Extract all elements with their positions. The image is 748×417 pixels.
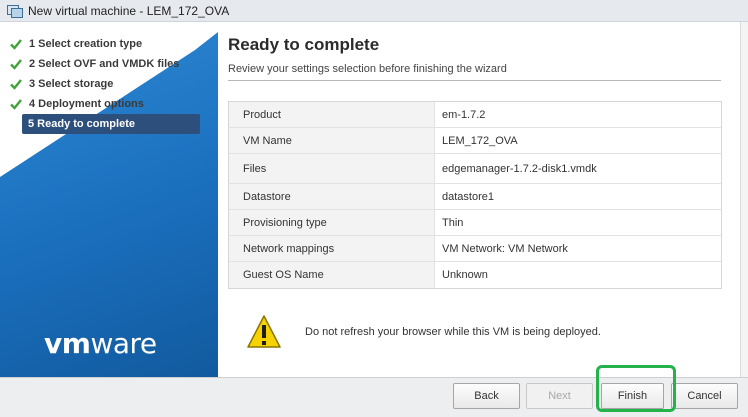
wizard-step-2[interactable]: 2 Select OVF and VMDK files — [0, 54, 218, 74]
page-subtitle: Review your settings selection before fi… — [228, 63, 507, 75]
warning-icon — [247, 315, 281, 348]
next-button[interactable]: Next — [526, 383, 593, 409]
page-title: Ready to complete — [228, 35, 380, 54]
table-row: VM Name LEM_172_OVA — [229, 128, 721, 154]
setting-value: edgemanager-1.7.2-disk1.vmdk — [434, 154, 721, 183]
finish-button-highlight — [596, 365, 676, 412]
setting-name: VM Name — [229, 128, 434, 153]
window-titlebar: New virtual machine - LEM_172_OVA — [0, 0, 748, 22]
setting-value: em-1.7.2 — [434, 102, 721, 127]
checkmark-icon — [10, 99, 22, 110]
table-row: Product em-1.7.2 — [229, 102, 721, 128]
wizard-step-5-active[interactable]: 5 Ready to complete — [22, 114, 200, 134]
table-row: Datastore datastore1 — [229, 184, 721, 210]
wizard-step-label: 2 Select OVF and VMDK files — [29, 58, 180, 70]
deployment-warning: Do not refresh your browser while this V… — [246, 309, 716, 355]
wizard-sidebar: 1 Select creation type 2 Select OVF and … — [0, 22, 218, 377]
setting-value: datastore1 — [434, 184, 721, 209]
setting-name: Product — [229, 102, 434, 127]
table-row: Files edgemanager-1.7.2-disk1.vmdk — [229, 154, 721, 184]
wizard-step-1[interactable]: 1 Select creation type — [0, 34, 218, 54]
checkmark-icon — [10, 39, 22, 50]
wizard-step-label: 3 Select storage — [29, 78, 114, 90]
table-row: Provisioning type Thin — [229, 210, 721, 236]
setting-name: Guest OS Name — [229, 262, 434, 288]
setting-value: VM Network: VM Network — [434, 236, 721, 261]
warning-message: Do not refresh your browser while this V… — [305, 326, 601, 338]
wizard-steps: 1 Select creation type 2 Select OVF and … — [0, 34, 218, 134]
cancel-button[interactable]: Cancel — [671, 383, 738, 409]
wizard-step-3[interactable]: 3 Select storage — [0, 74, 218, 94]
virtual-machine-icon — [7, 4, 23, 18]
setting-value: Unknown — [434, 262, 721, 288]
wizard-step-4[interactable]: 4 Deployment options — [0, 94, 218, 114]
wizard-content: Ready to complete Review your settings s… — [218, 22, 740, 377]
back-button[interactable]: Back — [453, 383, 520, 409]
setting-name: Provisioning type — [229, 210, 434, 235]
table-row: Guest OS Name Unknown — [229, 262, 721, 288]
divider — [228, 80, 721, 81]
checkmark-icon — [10, 59, 22, 70]
wizard-step-label: 1 Select creation type — [29, 38, 143, 50]
settings-summary-table: Product em-1.7.2 VM Name LEM_172_OVA Fil… — [228, 101, 722, 289]
setting-value: Thin — [434, 210, 721, 235]
setting-value: LEM_172_OVA — [434, 128, 721, 153]
table-row: Network mappings VM Network: VM Network — [229, 236, 721, 262]
vertical-scrollbar[interactable] — [740, 22, 748, 377]
setting-name: Network mappings — [229, 236, 434, 261]
setting-name: Datastore — [229, 184, 434, 209]
wizard-step-label: 5 Ready to complete — [28, 118, 135, 130]
setting-name: Files — [229, 154, 434, 183]
window-title: New virtual machine - LEM_172_OVA — [28, 3, 230, 18]
vmware-logo: vmware — [44, 327, 157, 360]
wizard-step-label: 4 Deployment options — [29, 98, 144, 110]
checkmark-icon — [10, 79, 22, 90]
